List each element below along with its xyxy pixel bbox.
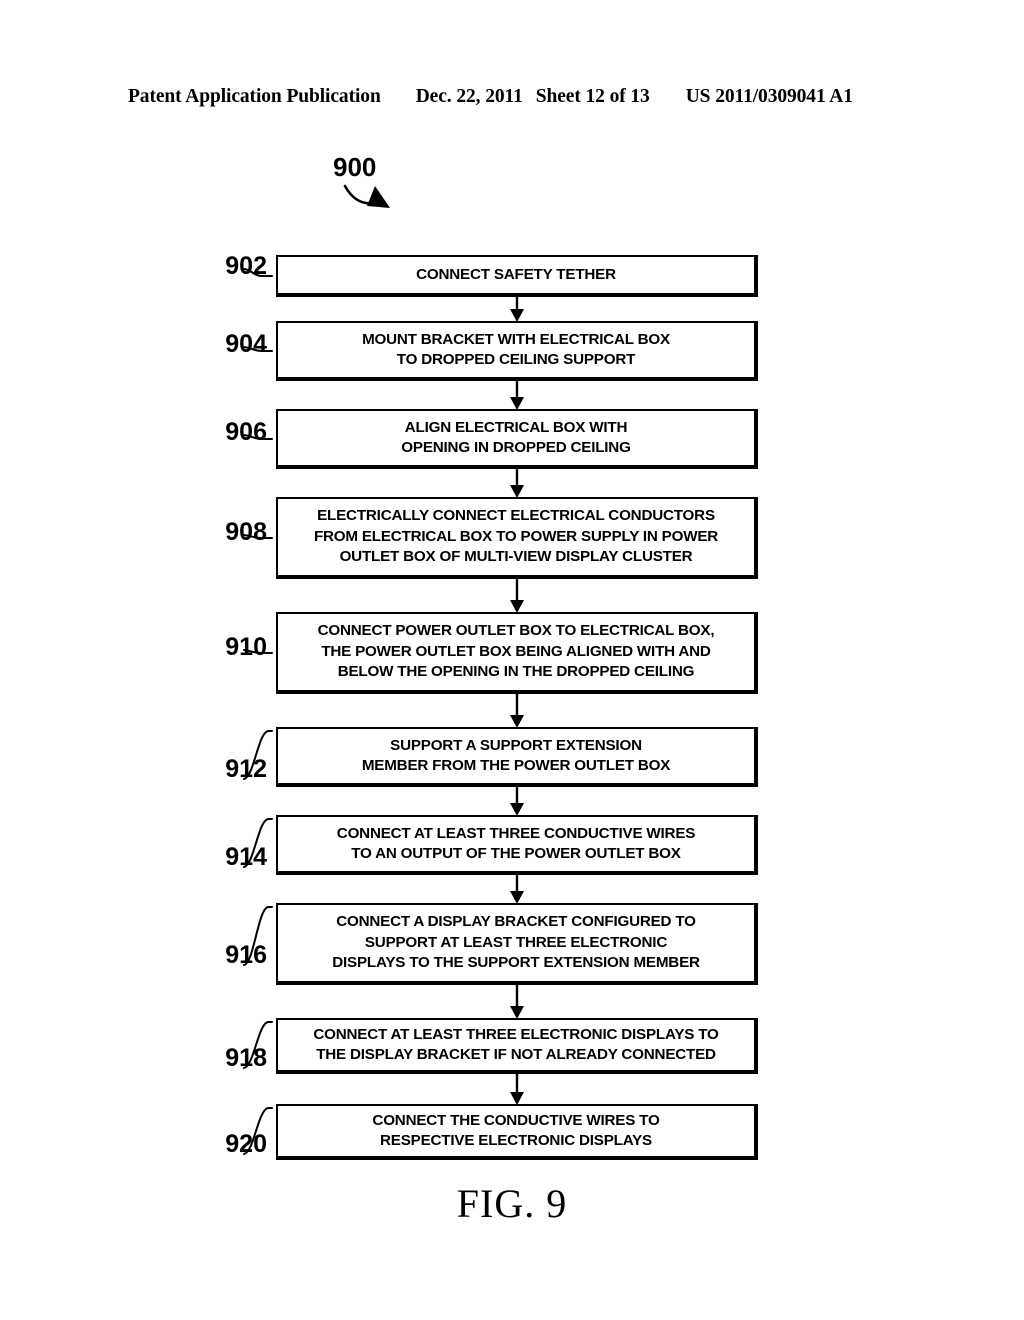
connector-arrow-902-to-904 xyxy=(510,297,524,322)
connector-arrow-918-to-920 xyxy=(510,1074,524,1105)
diagram-label-900: 900 xyxy=(333,152,377,182)
flowchart-step-label: SUPPORT A SUPPORT EXTENSION MEMBER FROM … xyxy=(361,736,671,775)
reference-numeral-912: 912 xyxy=(225,755,267,783)
flowchart-step-label: ALIGN ELECTRICAL BOX WITH OPENING IN DRO… xyxy=(401,418,631,457)
flowchart-step-label: CONNECT SAFETY TETHER xyxy=(416,265,616,283)
flowchart-step-label: CONNECT POWER OUTLET BOX TO ELECTRICAL B… xyxy=(317,622,715,681)
flowchart-diagram: 900 CONNECT SAFETY TETHER 902 MOUNT BRACKE… xyxy=(0,0,1024,1320)
reference-numeral-902: 902 xyxy=(225,252,267,280)
flowchart-step-920: CONNECT THE CONDUCTIVE WIRES TO RESPECTI… xyxy=(276,1104,758,1160)
connector-arrow-908-to-910 xyxy=(510,579,524,613)
flowchart-step-label: CONNECT THE CONDUCTIVE WIRES TO RESPECTI… xyxy=(372,1111,660,1150)
flowchart-step-912: SUPPORT A SUPPORT EXTENSION MEMBER FROM … xyxy=(276,727,758,787)
flowchart-step-label: MOUNT BRACKET WITH ELECTRICAL BOX TO DRO… xyxy=(362,330,670,369)
figure-caption: FIG. 9 xyxy=(456,1181,568,1226)
flowchart-step-label: CONNECT AT LEAST THREE CONDUCTIVE WIRES … xyxy=(336,824,696,863)
flowchart-step-918: CONNECT AT LEAST THREE ELECTRONIC DISPLA… xyxy=(276,1018,758,1074)
flowchart-step-902: CONNECT SAFETY TETHER xyxy=(276,255,758,297)
connector-arrow-916-to-918 xyxy=(510,985,524,1019)
flowchart-step-910: CONNECT POWER OUTLET BOX TO ELECTRICAL B… xyxy=(276,612,758,694)
reference-numeral-914: 914 xyxy=(225,843,267,871)
flowchart-step-label: CONNECT A DISPLAY BRACKET CONFIGURED TO … xyxy=(332,913,700,972)
flowchart-step-label: CONNECT AT LEAST THREE ELECTRONIC DISPLA… xyxy=(313,1025,719,1064)
connector-arrow-906-to-908 xyxy=(510,469,524,498)
connector-arrow-914-to-916 xyxy=(510,875,524,904)
flowchart-step-908: ELECTRICALLY CONNECT ELECTRICAL CONDUCTO… xyxy=(276,497,758,579)
reference-numeral-916: 916 xyxy=(225,941,267,969)
reference-numeral-920: 920 xyxy=(225,1130,267,1158)
reference-numeral-908: 908 xyxy=(225,518,267,546)
connector-arrow-904-to-906 xyxy=(510,381,524,410)
label-900-arrow xyxy=(343,184,390,208)
reference-numeral-910: 910 xyxy=(225,633,267,661)
flowchart-step-906: ALIGN ELECTRICAL BOX WITH OPENING IN DRO… xyxy=(276,409,758,469)
connector-arrow-910-to-912 xyxy=(510,694,524,728)
flowchart-step-label: ELECTRICALLY CONNECT ELECTRICAL CONDUCTO… xyxy=(313,507,719,566)
reference-numeral-918: 918 xyxy=(225,1044,267,1072)
reference-numeral-904: 904 xyxy=(225,330,267,358)
reference-numeral-906: 906 xyxy=(225,418,267,446)
flowchart-step-914: CONNECT AT LEAST THREE CONDUCTIVE WIRES … xyxy=(276,815,758,875)
connector-arrow-912-to-914 xyxy=(510,787,524,816)
flowchart-step-916: CONNECT A DISPLAY BRACKET CONFIGURED TO … xyxy=(276,903,758,985)
flowchart-step-904: MOUNT BRACKET WITH ELECTRICAL BOX TO DRO… xyxy=(276,321,758,381)
